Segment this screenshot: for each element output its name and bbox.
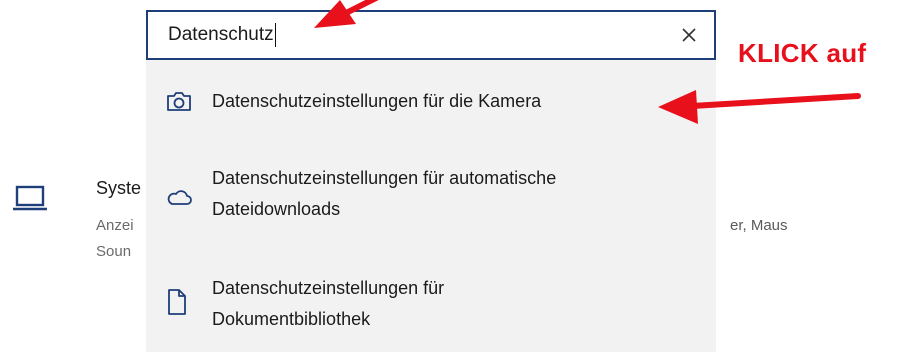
search-suggestions-dropdown: Datenschutzeinstellungen für die Kamera … bbox=[146, 60, 716, 352]
suggestion-item-documents-privacy[interactable]: Datenschutzeinstellungen für Dokumentbib… bbox=[146, 268, 716, 338]
document-icon bbox=[168, 289, 186, 315]
suggestion-label: Datenschutzeinstellungen für die Kamera bbox=[212, 91, 542, 111]
annotation-klick-text: KLICK auf bbox=[738, 38, 867, 68]
suggestion-item-download-privacy[interactable]: Datenschutzeinstellungen für automatisch… bbox=[146, 160, 716, 230]
cloud-icon bbox=[167, 190, 192, 205]
annotation-arrow-top bbox=[314, 0, 379, 28]
adjacent-tile-description: er, Maus bbox=[730, 217, 788, 234]
tile-description-line1: Anzei bbox=[96, 217, 134, 234]
search-input-value[interactable]: Datenschutz bbox=[168, 23, 276, 47]
camera-icon bbox=[167, 92, 191, 111]
suggestion-label-line2: Dokumentbibliothek bbox=[212, 309, 371, 329]
search-input[interactable]: Datenschutz bbox=[146, 10, 716, 60]
text-caret bbox=[274, 23, 276, 47]
annotation-arrow-right bbox=[658, 90, 861, 124]
tile-title: Syste bbox=[96, 178, 142, 198]
search-query-text: Datenschutz bbox=[168, 24, 274, 45]
laptop-icon bbox=[13, 185, 47, 211]
tile-description-line2: Soun bbox=[96, 243, 132, 260]
suggestion-label-line1: Datenschutzeinstellungen für automatisch… bbox=[212, 168, 557, 188]
suggestion-label-line1: Datenschutzeinstellungen für bbox=[212, 278, 445, 298]
suggestion-item-camera-privacy[interactable]: Datenschutzeinstellungen für die Kamera bbox=[146, 76, 716, 132]
settings-window: Syste Anzei Soun er, Maus Datenschutz Da… bbox=[0, 0, 921, 352]
close-icon[interactable] bbox=[678, 24, 700, 46]
suggestion-label-line2: Dateidownloads bbox=[212, 199, 341, 219]
